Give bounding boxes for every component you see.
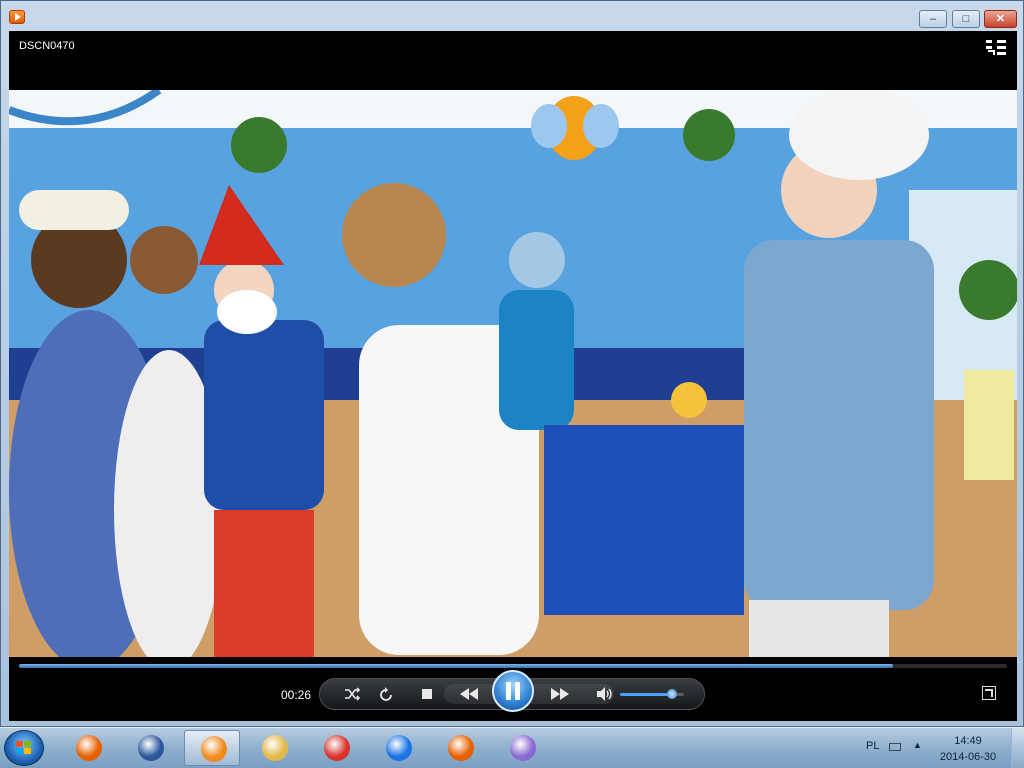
close-button[interactable]: ✕ xyxy=(984,10,1017,28)
show-desktop-button[interactable] xyxy=(1011,728,1024,768)
show-hidden-icons-icon[interactable]: ▲ xyxy=(913,740,922,750)
maximize-button[interactable]: □ xyxy=(952,10,980,28)
transport-controls xyxy=(319,670,705,712)
language-indicator[interactable]: PL xyxy=(866,740,879,752)
firefox-icon xyxy=(448,735,474,761)
repeat-icon[interactable] xyxy=(378,687,394,703)
taskbar-generic-app-button[interactable] xyxy=(308,730,364,766)
volume-slider[interactable] xyxy=(620,689,684,699)
switch-to-library-icon[interactable] xyxy=(986,40,1006,55)
chrome-icon xyxy=(386,735,412,761)
video-title: DSCN0470 xyxy=(19,40,75,52)
file-explorer-icon xyxy=(262,735,288,761)
video-frame[interactable] xyxy=(9,90,1017,657)
minimize-button[interactable]: – xyxy=(919,10,947,28)
generic-app-icon xyxy=(324,735,350,761)
seek-bar-fill xyxy=(19,664,894,668)
fullscreen-icon[interactable] xyxy=(982,686,996,700)
taskbar-file-explorer-button[interactable] xyxy=(246,730,302,766)
firefox-icon xyxy=(76,735,102,761)
volume-slider-thumb[interactable] xyxy=(667,689,678,699)
play-pause-button[interactable] xyxy=(492,670,534,712)
shuffle-icon[interactable] xyxy=(344,687,360,701)
player-area: DSCN0470 00:26 xyxy=(9,31,1017,721)
next-icon[interactable] xyxy=(550,688,570,700)
media-player-window: – □ ✕ DSCN0470 00:26 xyxy=(0,0,1024,727)
paint-icon xyxy=(510,735,536,761)
volume-slider-fill xyxy=(620,693,673,696)
clock-time[interactable]: 14:49 xyxy=(928,735,1008,747)
keyboard-icon[interactable] xyxy=(889,743,901,751)
title-bar[interactable]: – □ ✕ xyxy=(1,1,1023,31)
taskbar-firefox-button[interactable] xyxy=(60,730,116,766)
previous-icon[interactable] xyxy=(459,688,479,700)
taskbar-chrome-button[interactable] xyxy=(370,730,426,766)
volume-icon[interactable] xyxy=(596,687,614,701)
word-icon xyxy=(138,735,164,761)
cardboard-box xyxy=(544,425,744,615)
seek-bar[interactable] xyxy=(19,664,1007,668)
radiator xyxy=(964,370,1014,480)
system-tray: PL ▲ 14:49 2014-06-30 xyxy=(860,728,1024,768)
taskbar-windows-media-player-button[interactable] xyxy=(184,730,240,766)
windows-logo-icon xyxy=(16,741,32,755)
taskbar: PL ▲ 14:49 2014-06-30 xyxy=(0,727,1024,768)
taskbar-word-button[interactable] xyxy=(122,730,178,766)
stop-icon[interactable] xyxy=(422,689,432,699)
windows-media-player-icon xyxy=(201,736,227,762)
start-button[interactable] xyxy=(4,730,44,766)
clock-date[interactable]: 2014-06-30 xyxy=(928,751,1008,763)
media-player-app-icon xyxy=(9,10,25,24)
taskbar-paint-button[interactable] xyxy=(494,730,550,766)
taskbar-firefox-button[interactable] xyxy=(432,730,488,766)
elapsed-time: 00:26 xyxy=(281,688,312,702)
